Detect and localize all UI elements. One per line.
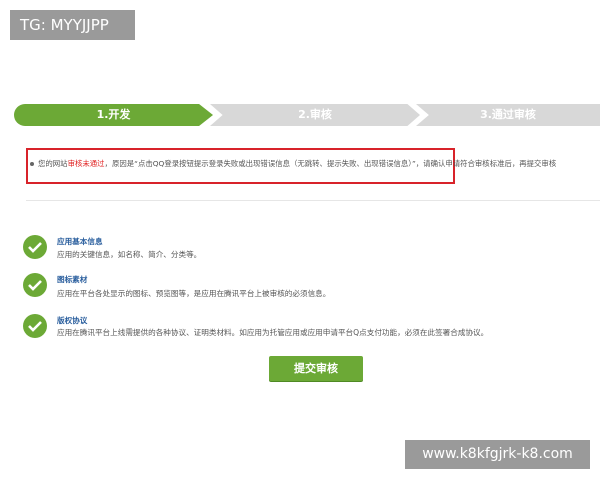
notice-status: 审核未通过: [67, 159, 105, 168]
item-desc-copyright: 应用在腾讯平台上线需提供的各种协议、证明类材料。如应用为托管应用或应用申请平台Q…: [57, 328, 489, 337]
checkmark-icon: [23, 314, 47, 338]
bullet-icon: [30, 162, 34, 166]
step-develop[interactable]: 1.开发: [14, 104, 213, 126]
step-review[interactable]: 2.审核: [210, 104, 420, 126]
notice-suffix: ，请确认申请符合审核标准后，再提交审核: [415, 159, 557, 168]
item-title-copyright[interactable]: 版权协议: [57, 315, 87, 326]
divider: [26, 200, 600, 201]
item-desc-icon-assets: 应用在平台各处显示的图标、预览图等，是应用在腾讯平台上被审核的必须信息。: [57, 289, 331, 298]
notice-prefix: 您的网站: [38, 159, 68, 168]
progress-steps: 1.开发 2.审核 3.通过审核: [14, 104, 600, 126]
checkmark-icon: [23, 235, 47, 259]
item-title-icon-assets[interactable]: 图标素材: [57, 274, 87, 285]
step-approved[interactable]: 3.通过审核: [416, 104, 600, 126]
tg-label: TG: MYYJJPP: [10, 10, 135, 40]
notice-reason: ，原因是“点击QQ登录按钮提示登录失败或出现错误信息（无跳转、提示失败、出现错误…: [104, 159, 416, 168]
item-desc-basic-info: 应用的关键信息，如名称、简介、分类等。: [57, 250, 202, 259]
review-notice: 您的网站审核未通过，原因是“点击QQ登录按钮提示登录失败或出现错误信息（无跳转、…: [30, 156, 600, 172]
item-title-basic-info[interactable]: 应用基本信息: [57, 236, 103, 247]
watermark: www.k8kfgjrk-k8.com: [405, 440, 590, 469]
submit-review-button[interactable]: 提交审核: [269, 356, 363, 381]
checkmark-icon: [23, 273, 47, 297]
